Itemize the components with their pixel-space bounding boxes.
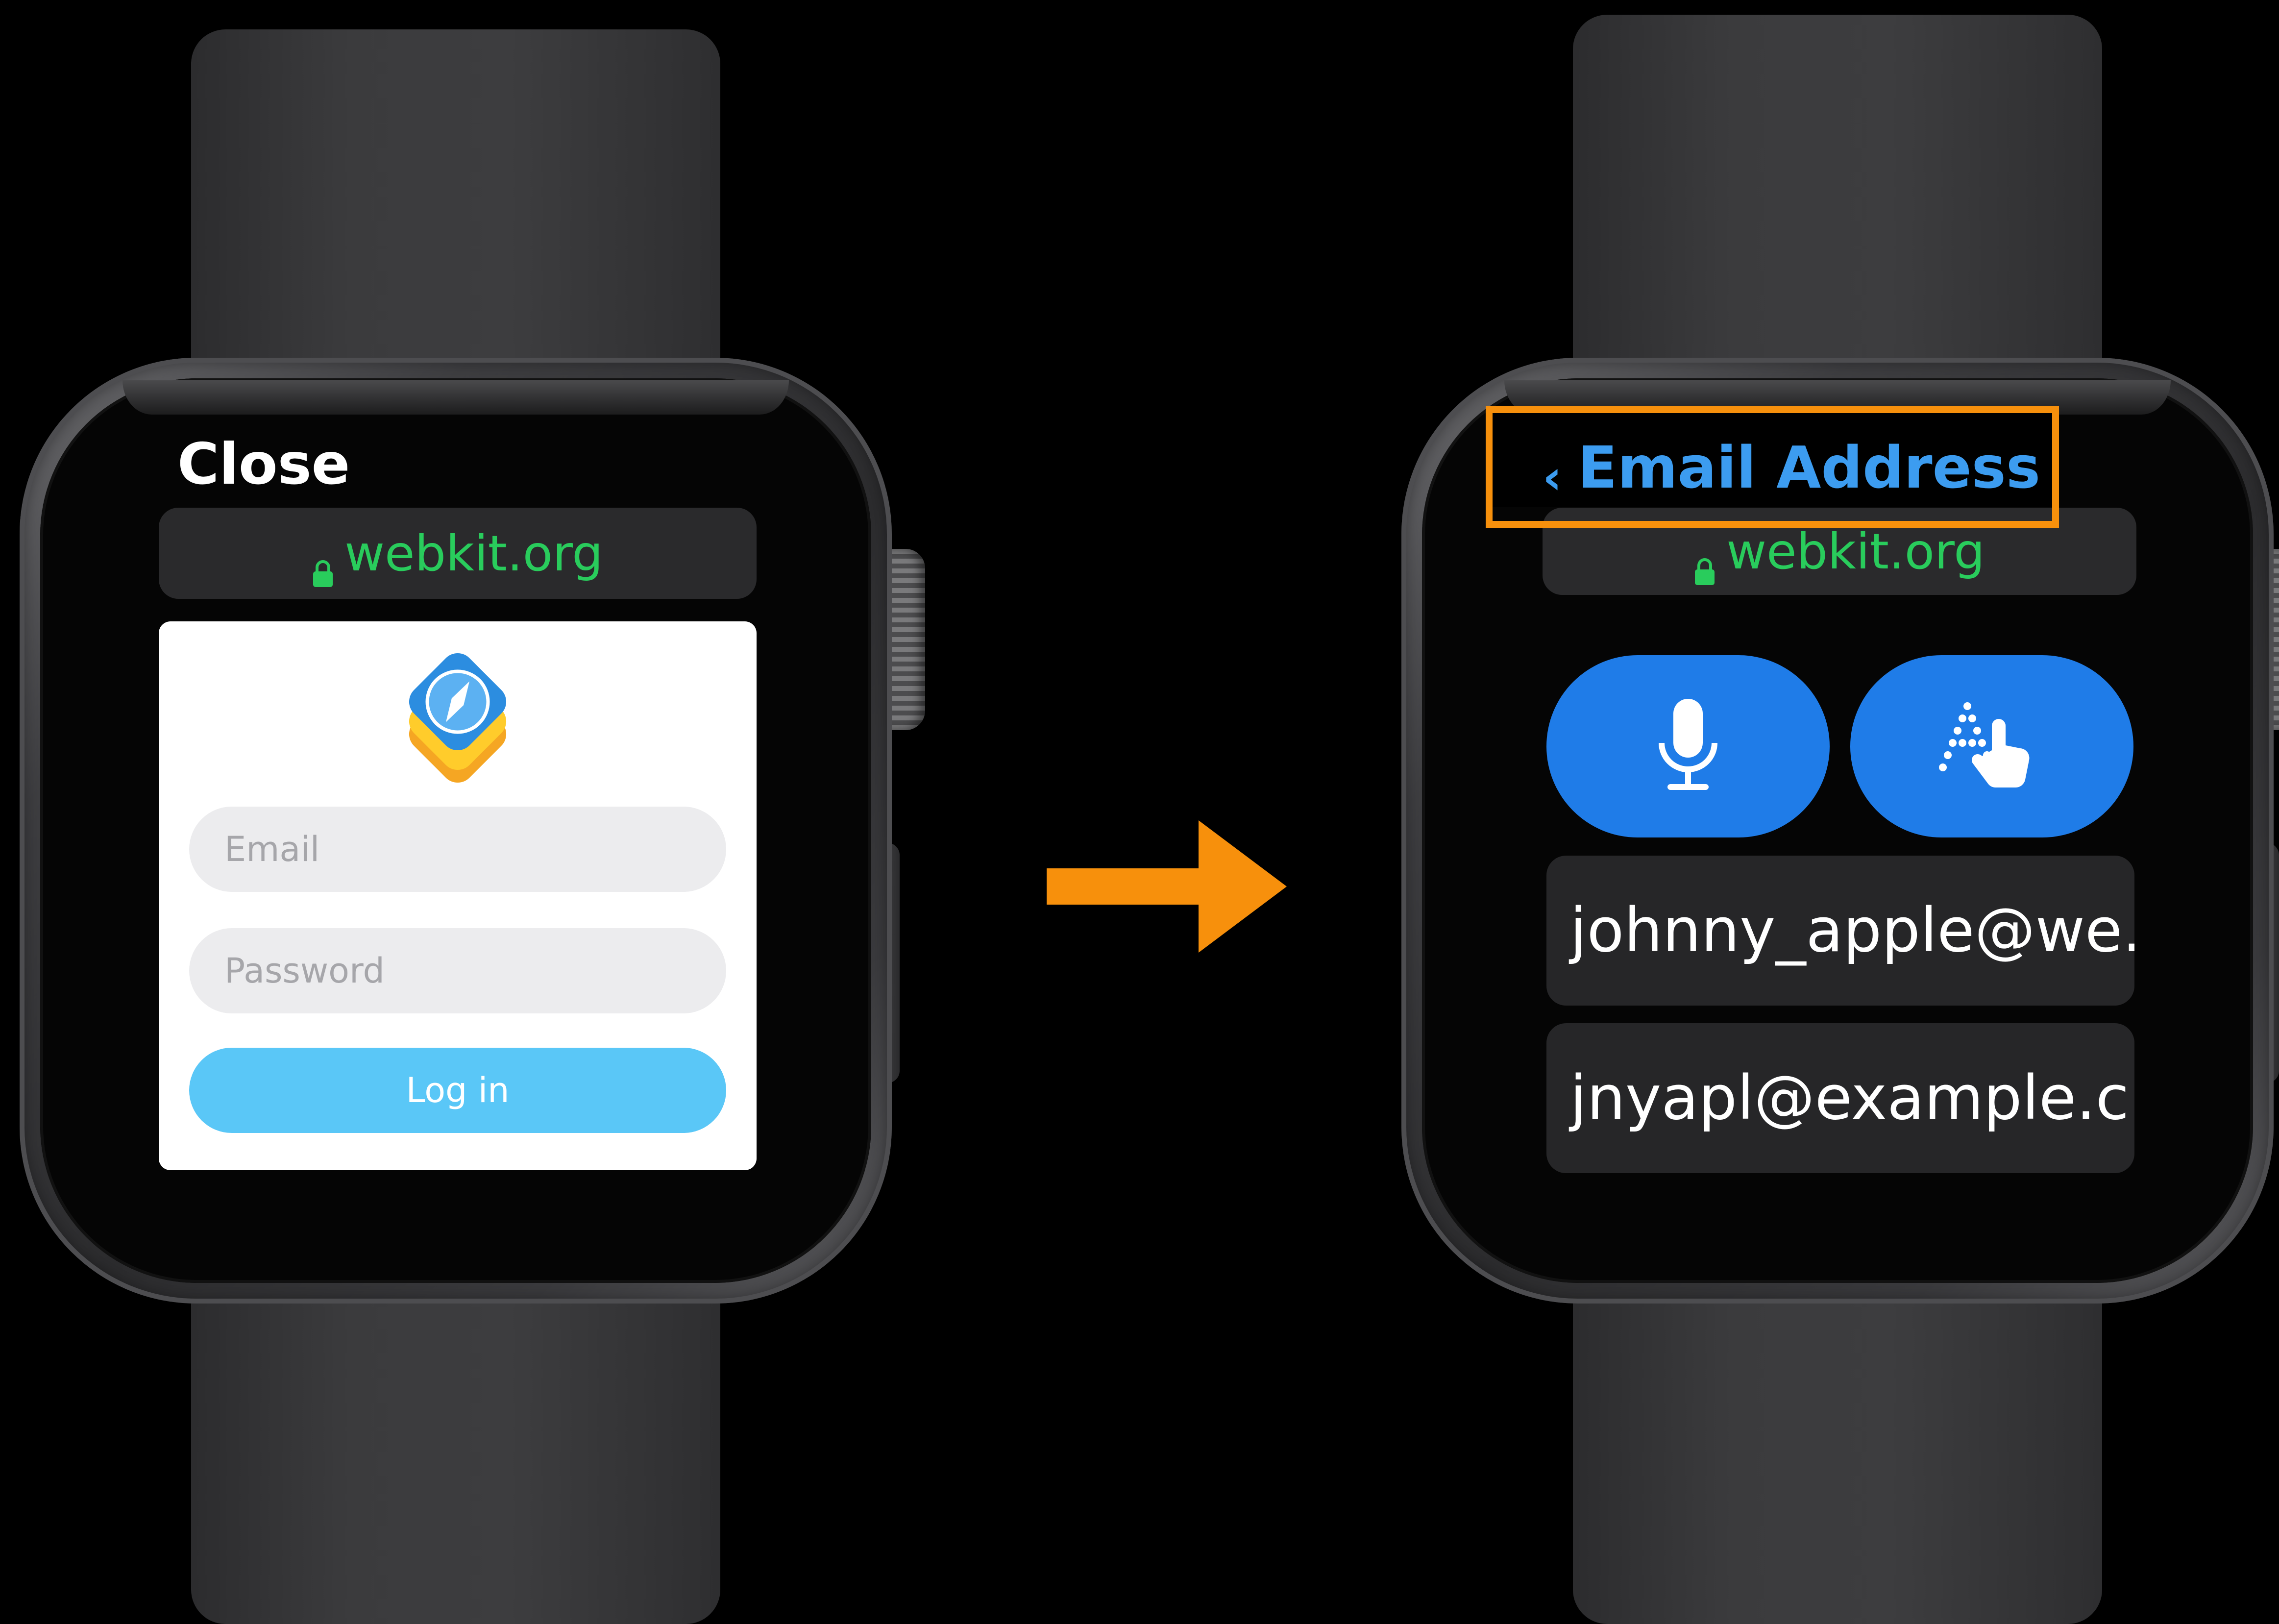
watch-band-bottom (191, 1284, 720, 1624)
webkit-logo-icon (393, 648, 522, 787)
watch-band-top (1573, 15, 2102, 372)
scribble-icon (1938, 696, 2046, 796)
arrow-icon (1047, 820, 1287, 953)
microphone-icon (1654, 699, 1722, 794)
watch-band-bottom (1573, 1284, 2102, 1624)
lock-icon (1694, 540, 1715, 585)
url-bar[interactable]: webkit.org (159, 508, 757, 599)
login-webpage: Email Password Log in (159, 621, 757, 1170)
url-text: webkit.org (344, 524, 603, 582)
scribble-button[interactable] (1850, 655, 2133, 837)
lock-icon (312, 541, 334, 587)
watch-band-top (191, 29, 720, 372)
dictation-button[interactable] (1546, 655, 1830, 837)
password-field[interactable]: Password (189, 928, 726, 1013)
close-button[interactable]: Close (177, 431, 350, 497)
email-field[interactable]: Email (189, 807, 726, 892)
login-button[interactable]: Log in (189, 1048, 726, 1133)
url-text: webkit.org (1726, 522, 1985, 580)
bezel-glare (123, 380, 789, 415)
highlight-box (1486, 406, 2059, 528)
email-suggestion[interactable]: johnny_apple@we... (1546, 856, 2134, 1006)
email-suggestion[interactable]: jnyapl@example.c... (1546, 1023, 2134, 1173)
